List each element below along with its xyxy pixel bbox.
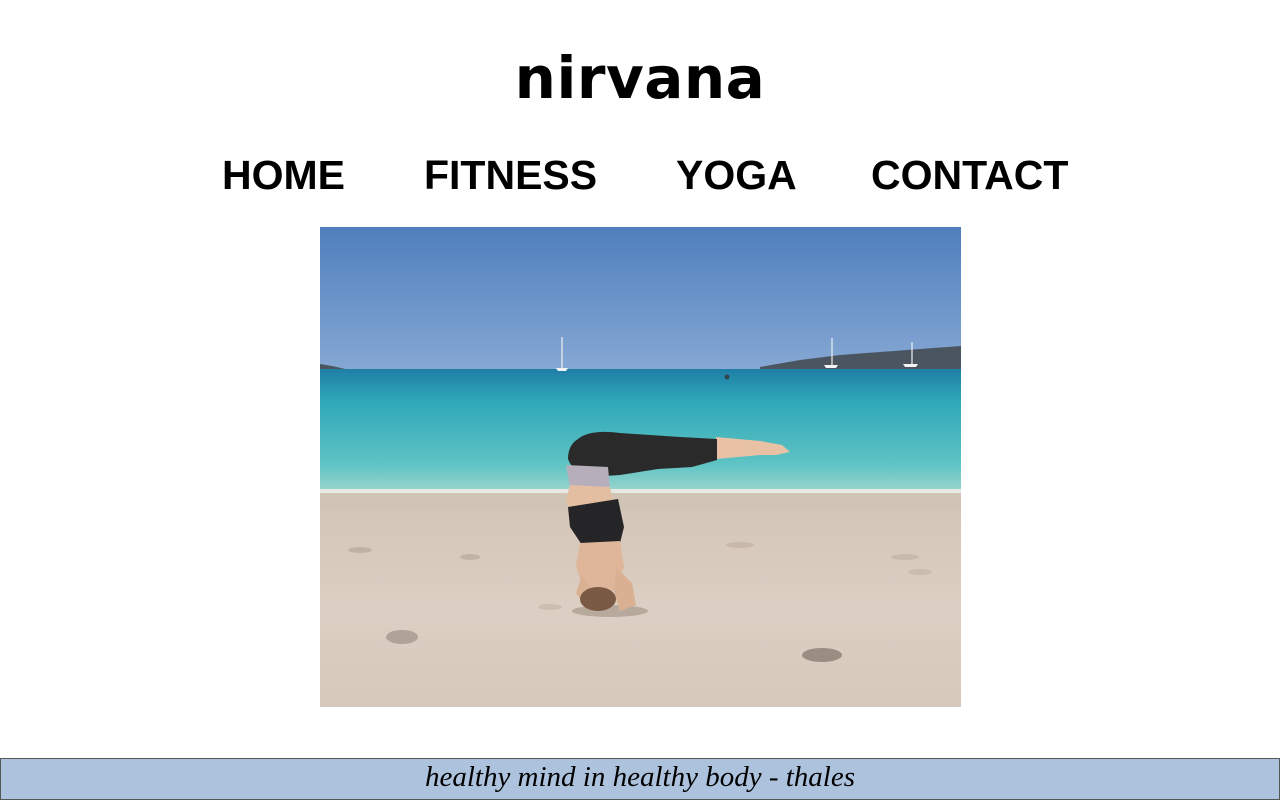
footer-quote-bar: healthy mind in healthy body - thales <box>0 758 1280 800</box>
footer-quote: healthy mind in healthy body - thales <box>424 761 856 793</box>
nav-item-yoga[interactable]: YOGA <box>676 148 797 202</box>
nav-item-contact[interactable]: CONTACT <box>871 148 1068 202</box>
main-nav: HOME FITNESS YOGA CONTACT <box>0 148 1280 204</box>
nav-item-home[interactable]: HOME <box>222 148 345 202</box>
hero-image <box>320 227 961 707</box>
nav-item-fitness[interactable]: FITNESS <box>424 148 597 202</box>
site-title: nirvana <box>514 44 766 112</box>
